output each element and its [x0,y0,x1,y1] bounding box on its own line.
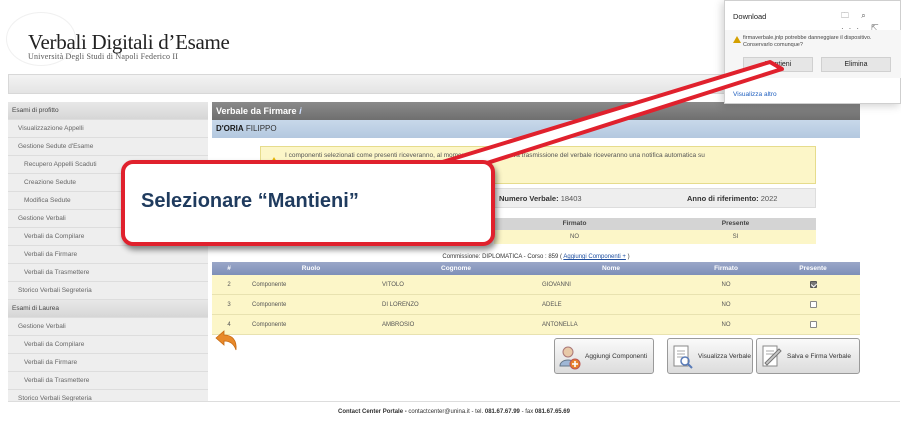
presente-checkbox[interactable] [809,320,817,328]
sidebar-item[interactable]: Gestione Sedute d'Esame [8,138,208,156]
sidebar-section[interactable]: Esami di Laurea [8,300,208,318]
table-row: 3 Componente DI LORENZO ADELE NO [212,295,860,315]
header-firmato: Firmato [562,220,587,227]
keep-button[interactable]: Mantieni [743,57,813,72]
presente-checkbox[interactable] [809,300,817,308]
callout-text: Selezionare “Mantieni” [141,190,359,212]
anno-riferimento: Anno di riferimento: 2022 [687,194,777,203]
commission-close: ) [627,254,630,260]
view-verbale-button[interactable]: Visualizza Verbale [667,338,753,374]
president-table: Firmato Presente NO SI [494,218,816,244]
footer-fax: 081.67.65.69 [534,409,570,415]
sidebar-item[interactable]: Gestione Verbali [8,318,208,336]
cell-ruolo: Componente [252,282,287,288]
view-verbale-label: Visualizza Verbale [698,353,751,360]
numero-verbale-value: 18403 [560,194,582,203]
members-table-header: # Ruolo Cognome Nome Firmato Presente [212,262,860,275]
view-more-link[interactable]: Visualizza altro [733,91,777,98]
sidebar-item[interactable]: Storico Verbali Segreteria [8,282,208,300]
sign-document-icon [762,345,782,367]
president-table-row: NO SI [494,230,816,244]
save-sign-button[interactable]: Salva e Firma Verbale [756,338,860,374]
cell-presente [766,295,860,315]
add-components-link[interactable]: Aggiungi Componenti + [563,254,626,260]
col-number: # [227,265,231,272]
back-arrow-icon[interactable] [212,328,240,356]
col-firmato: Firmato [714,265,738,272]
commission-text: Commissione: DIPLOMATICA - Corso : 859 ( [442,254,563,260]
cell-firmato: NO [721,282,731,288]
cell-n: 3 [227,302,231,308]
sidebar-item[interactable]: Visualizzazione Appelli [8,120,208,138]
download-panel: Download 🗀 ⌕ ··· ⇱ firmaverbale.jnlp pot… [724,0,901,104]
col-nome: Nome [601,265,621,272]
numero-verbale-label: Numero Verbale: [499,194,559,203]
members-table: # Ruolo Cognome Nome Firmato Presente 2 C… [212,262,860,335]
professor-firstname: FILIPPO [245,124,277,133]
save-sign-label: Salva e Firma Verbale [787,353,851,360]
add-components-button[interactable]: Aggiungi Componenti [554,338,654,374]
sidebar-section[interactable]: Esami di profitto [8,102,208,120]
cell-firmato: NO [721,302,731,308]
verbale-info: Numero Verbale: 18403 Anno di riferiment… [494,188,816,208]
anno-value: 2022 [760,194,778,203]
col-cognome: Cognome [441,265,471,272]
cell-cognome: DI LORENZO [382,302,419,308]
commission-info: Commissione: DIPLOMATICA - Corso : 859 (… [212,254,860,260]
numero-verbale: Numero Verbale: 18403 [499,194,582,203]
sidebar-item[interactable]: Verbali da Compilare [8,336,208,354]
add-user-icon [559,346,581,370]
col-presente: Presente [799,265,827,272]
footer-prefix: Contact Center Portale - [338,409,409,415]
cell-nome: ANTONELLA [542,322,578,328]
footer-tel: 081.67.67.99 [484,409,520,415]
header-presente: Presente [721,220,750,227]
professor-name: D'ORIA FILIPPO [212,120,860,138]
cell-presente [766,315,860,335]
professor-surname: D'ORIA [216,124,244,133]
university-name: Università Degli Studi di Napoli Federic… [28,52,179,61]
main-panel: Verbale da Firmare i D'ORIA FILIPPO ! I … [212,102,860,394]
col-ruolo: Ruolo [301,265,321,272]
president-firmato: NO [570,234,579,240]
sidebar-item[interactable]: Verbali da Trasmettere [8,372,208,390]
download-title: Download [733,12,767,21]
footer-fax-label: - fax [519,409,535,415]
download-item: firmaverbale.jnlp potrebbe danneggiare i… [725,30,901,78]
page-title-text: Verbale da Firmare [216,106,297,116]
add-components-label: Aggiungi Componenti [585,353,648,360]
cell-cognome: VITOLO [382,282,404,288]
cell-presente [766,275,860,295]
table-row: 4 Componente AMBROSIO ANTONELLA NO [212,315,860,335]
cell-nome: GIOVANNI [542,282,571,288]
sidebar-item[interactable]: Verbali da Trasmettere [8,264,208,282]
cell-ruolo: Componente [252,302,287,308]
delete-button[interactable]: Elimina [821,57,891,72]
presente-checkbox[interactable] [809,280,817,288]
footer: Contact Center Portale - contactcenter@u… [8,401,900,421]
sidebar-menu: Esami di profitto Visualizzazione Appelli… [8,102,208,408]
view-document-icon [673,345,693,369]
footer-tel-label: - tel. [469,409,485,415]
anno-label: Anno di riferimento: [687,194,759,203]
info-icon[interactable]: i [299,106,302,116]
president-presente: SI [732,234,739,240]
sidebar-item[interactable]: Verbali da Firmare [8,354,208,372]
cell-ruolo: Componente [252,322,287,328]
table-row: 2 Componente VITOLO GIOVANNI NO [212,275,860,295]
cell-nome: ADELE [542,302,562,308]
instruction-callout: Selezionare “Mantieni” [121,160,495,246]
cell-n: 2 [227,282,231,288]
cell-firmato: NO [721,322,731,328]
download-message: firmaverbale.jnlp potrebbe danneggiare i… [743,35,872,48]
sidebar-item[interactable]: Verbali da Firmare [8,246,208,264]
footer-email[interactable]: contactcenter@unina.it [408,409,469,415]
page-title: Verbale da Firmare i [212,102,860,120]
president-table-header: Firmato Presente [494,218,816,230]
warning-line-1: I componenti selezionati come presenti r… [285,152,705,159]
download-warning-icon [733,36,741,43]
cell-cognome: AMBROSIO [382,322,415,328]
